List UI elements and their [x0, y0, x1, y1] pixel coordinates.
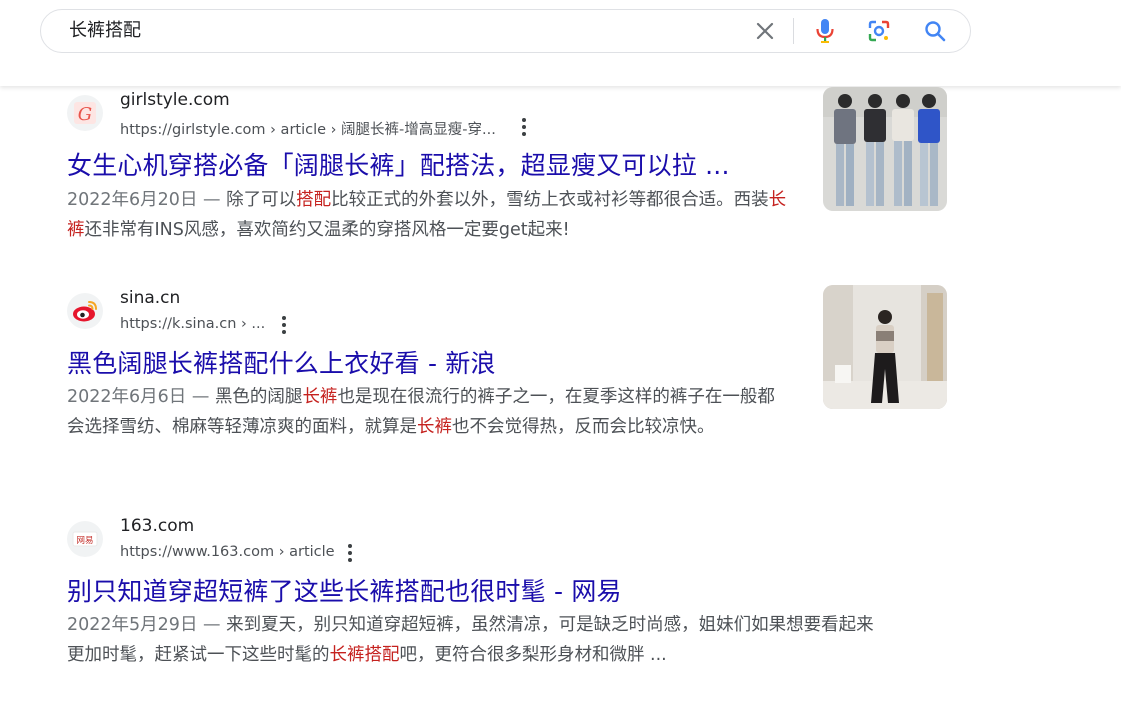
microphone-icon[interactable]	[811, 10, 839, 52]
snippet-highlight: 长裤	[302, 387, 338, 407]
snippet-text: 吧，更符合很多梨形身材和微胖 ...	[399, 645, 667, 665]
search-icon[interactable]	[921, 10, 949, 52]
svg-text:G: G	[78, 104, 92, 125]
netease-favicon-icon: 网易	[67, 521, 103, 557]
svg-text:网易: 网易	[76, 536, 93, 546]
result-url[interactable]: https://www.163.com › article	[120, 544, 335, 560]
result-title-link[interactable]: 别只知道穿超短裤了这些长裤搭配也很时髦 - 网易	[67, 572, 622, 608]
result-snippet: 2022年6月6日 — 黑色的阔腿长裤也是现在很流行的裤子之一，在夏季这样的裤子…	[67, 382, 792, 442]
result-site-name[interactable]: 163.com	[120, 516, 194, 536]
search-divider	[793, 18, 794, 44]
result-date: 2022年6月6日 —	[67, 387, 215, 407]
snippet-highlight: 长裤搭配	[329, 645, 400, 665]
snippet-text: 除了可以	[226, 190, 297, 210]
snippet-text: 还非常有INS风感，喜欢简约又温柔的穿搭风格一定要get起来!	[84, 220, 570, 240]
snippet-text: 也不会觉得热，反而会比较凉快。	[452, 417, 715, 437]
more-options-icon[interactable]	[344, 542, 356, 564]
result-thumbnail[interactable]	[823, 87, 947, 211]
weibo-favicon-icon	[67, 293, 103, 329]
girlstyle-favicon-icon: G	[67, 95, 103, 131]
result-thumbnail[interactable]	[823, 285, 947, 409]
result-title-link[interactable]: 黑色阔腿长裤搭配什么上衣好看 - 新浪	[67, 344, 496, 380]
close-icon[interactable]	[751, 10, 779, 52]
result-date: 2022年6月20日 —	[67, 190, 227, 210]
result-site-name[interactable]: sina.cn	[120, 288, 180, 308]
search-header	[0, 0, 1121, 86]
camera-lens-icon[interactable]	[864, 10, 894, 52]
result-snippet: 2022年5月29日 — 来到夏天，别只知道穿超短裤，虽然清凉，可是缺乏时尚感，…	[67, 610, 882, 670]
result-snippet: 2022年6月20日 — 除了可以搭配比较正式的外套以外，雪纺上衣或衬衫等都很合…	[67, 185, 797, 245]
search-box[interactable]	[40, 9, 971, 53]
result-date: 2022年5月29日 —	[67, 615, 227, 635]
more-options-icon[interactable]	[278, 314, 290, 336]
result-url[interactable]: https://k.sina.cn › ...	[120, 316, 265, 332]
snippet-highlight: 长裤	[417, 417, 452, 437]
search-input[interactable]	[69, 10, 669, 52]
snippet-highlight: 搭配	[296, 190, 332, 210]
result-site-name[interactable]: girlstyle.com	[120, 90, 230, 110]
result-title-link[interactable]: 女生心机穿搭必备「阔腿长裤」配搭法，超显瘦又可以拉 ...	[67, 146, 730, 182]
result-url[interactable]: https://girlstyle.com › article › 阔腿长裤-增…	[120, 118, 496, 139]
snippet-text: 黑色的阔腿	[214, 387, 303, 407]
more-options-icon[interactable]	[518, 116, 530, 138]
snippet-text: 比较正式的外套以外，雪纺上衣或衬衫等都很合适。西装	[331, 190, 769, 210]
